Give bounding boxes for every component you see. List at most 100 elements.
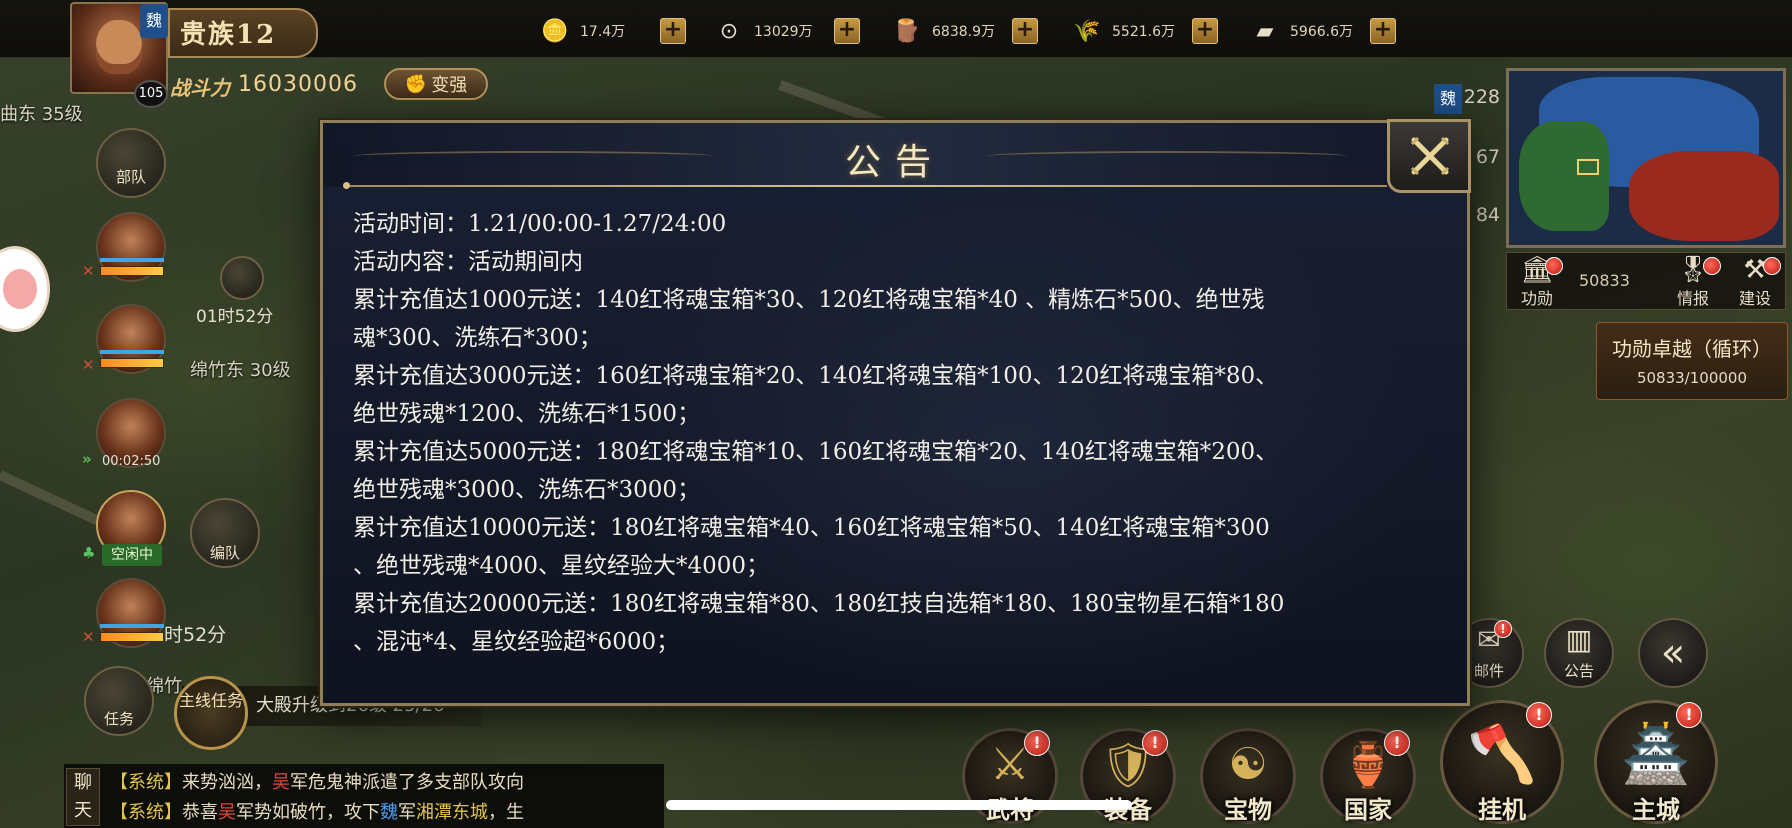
chat-line: 【系统】来势汹汹，吴军危鬼神派遣了多支部队攻向 — [110, 768, 524, 794]
announcement-body[interactable]: 活动时间：1.21/00:00-1.27/24:00 活动内容：活动期间内 累计… — [353, 205, 1443, 693]
close-button[interactable] — [1387, 119, 1471, 193]
dialog-title: 公告 — [844, 142, 945, 183]
announcement-line: 累计充值达20000元送：180红将魂宝箱*80、180红技自选箱*180、18… — [353, 591, 1285, 617]
march-marker[interactable] — [220, 256, 264, 300]
noble-rank-text: 贵族12 — [180, 20, 277, 50]
chat-text: 军 — [398, 802, 416, 823]
announcement-dialog: 公告 活动时间：1.21/00:00-1.27/24:00 活动内容：活动期间内… — [320, 119, 1471, 706]
chat-text: 军势如破竹，攻下 — [236, 802, 380, 823]
minimap-region-shu — [1519, 121, 1609, 231]
notification-dot: ! — [1024, 730, 1050, 756]
chat-text: 军危鬼神派遣了多支部队攻向 — [290, 772, 524, 793]
resource-wood: 🪵 6838.9万 + — [886, 14, 1038, 48]
troops-label: 部队 — [115, 168, 146, 186]
minimap-viewport — [1577, 159, 1599, 175]
chat-tab[interactable]: 聊天 — [66, 768, 100, 826]
resource-value: 6838.9万 — [932, 24, 995, 40]
announcement-line: 累计充值达10000元送：180红将魂宝箱*40、160红将魂宝箱*50、140… — [353, 515, 1270, 541]
gold-ingot-icon: 🪙 — [541, 18, 569, 44]
idle-icon: ♣ — [82, 544, 96, 562]
chat-text: 恭喜 — [182, 802, 218, 823]
notification-dot: ! — [1676, 702, 1702, 728]
chat-text: ，生 — [488, 802, 524, 823]
hero-hp-bar — [100, 350, 164, 354]
power-label: 战斗力 — [170, 76, 230, 100]
coin-icon: ⊙ — [719, 18, 739, 44]
announcement-line: 魂*300、洗练石*300； — [353, 325, 602, 351]
strengthen-button[interactable]: ✊ 变强 — [384, 68, 488, 100]
close-icon — [1410, 136, 1450, 176]
notification-dot: ! — [1384, 730, 1410, 756]
hero-hp-bar — [100, 624, 164, 628]
bagua-icon: ☯ — [1228, 739, 1268, 790]
faction-wei: 魏 — [380, 802, 398, 823]
resource-coin: ⊙ 13029万 + — [708, 14, 860, 48]
troops-button[interactable]: 部队 — [96, 128, 166, 198]
region-label: 曲东 35级 — [0, 104, 83, 125]
task-button[interactable]: 任务 — [84, 666, 154, 736]
announcement-line: 累计充值达3000元送：160红将魂宝箱*20、140红将魂宝箱*100、120… — [353, 363, 1279, 389]
resource-value: 5966.6万 — [1290, 24, 1353, 40]
crossed-swords-icon: ✕ — [82, 262, 95, 280]
march-timer: 01时52分 — [196, 307, 274, 327]
menu-label: 主城 — [1632, 795, 1680, 824]
chat-bar[interactable]: 聊天 【系统】来势汹汹，吴军危鬼神派遣了多支部队攻向 【系统】恭喜吴军势如破竹，… — [64, 764, 664, 828]
grain-icon: 🌾 — [1073, 18, 1101, 44]
notification-dot — [1545, 257, 1563, 275]
player-level-badge: 105 — [134, 80, 168, 108]
hero-energy-bar — [100, 632, 164, 642]
resource-iron: ▰ 5966.6万 + — [1244, 14, 1396, 48]
add-wood-button[interactable]: + — [1012, 18, 1038, 44]
power-value: 16030006 — [238, 72, 358, 97]
pig-face — [3, 269, 37, 309]
minimap-counter: 228 — [1463, 86, 1500, 108]
iron-icon: ▰ — [1256, 18, 1274, 44]
resource-value: 13029万 — [754, 24, 813, 40]
march-timer: 00:02:50 — [102, 454, 161, 469]
chat-text: 来势汹汹， — [182, 772, 272, 793]
region-label: 绵竹东 30级 — [190, 360, 291, 381]
crossed-swords-icon: ✕ — [82, 628, 95, 646]
hero-hp-bar — [100, 258, 164, 262]
collapse-button[interactable]: « — [1638, 618, 1708, 688]
add-grain-button[interactable]: + — [1192, 18, 1218, 44]
formation-button[interactable]: 编队 — [190, 498, 260, 568]
castle-icon: 🏯 — [1621, 722, 1691, 787]
menu-treasure-button[interactable]: ☯ 宝物 — [1200, 728, 1296, 824]
march-arrow-icon: » — [82, 450, 92, 468]
stat-bar: 🏛 功勋 50833 🎖 情报 ⚒ 建设 — [1506, 252, 1786, 310]
chat-line: 【系统】恭喜吴军势如破竹，攻下魏军湘潭东城，生 — [110, 798, 524, 824]
notice-label: 公告 — [1563, 662, 1594, 680]
faction-wu: 吴 — [218, 802, 236, 823]
notice-button[interactable]: ▥ 公告 — [1544, 618, 1614, 688]
home-indicator[interactable] — [666, 800, 1132, 810]
merit-task-panel[interactable]: 功勋卓越（循环） 50833/100000 — [1596, 322, 1788, 400]
merit-task-title: 功勋卓越（循环） — [1612, 337, 1772, 361]
merit-label: 功勋 — [1520, 289, 1553, 308]
announcement-line: 累计充值达5000元送：180红将魂宝箱*10、160红将魂宝箱*20、140红… — [353, 439, 1279, 465]
minimap-region-wu — [1629, 151, 1779, 241]
intel-label: 情报 — [1676, 289, 1709, 308]
merit-task-progress: 50833/100000 — [1636, 369, 1748, 387]
notification-dot: ! — [1526, 702, 1552, 728]
faction-badge: 魏 — [140, 4, 168, 38]
faction-wu: 吴 — [272, 772, 290, 793]
notice-board-icon: ▥ — [1565, 623, 1593, 656]
resource-grain: 🌾 5521.6万 + — [1066, 14, 1218, 48]
axe-icon: 🪓 — [1467, 722, 1537, 787]
mail-label: 邮件 — [1473, 662, 1504, 680]
task-label: 任务 — [103, 710, 134, 728]
announcement-line: 绝世残魂*3000、洗练石*3000； — [353, 477, 701, 503]
build-label: 建设 — [1738, 289, 1771, 308]
main-quest-badge[interactable]: 主线任务 — [174, 676, 248, 750]
notification-dot: ! — [1494, 620, 1512, 638]
add-iron-button[interactable]: + — [1370, 18, 1396, 44]
minimap[interactable] — [1506, 68, 1786, 248]
add-gold-button[interactable]: + — [660, 18, 686, 44]
system-tag: 【系统】 — [110, 802, 182, 823]
system-tag: 【系统】 — [110, 772, 182, 793]
add-coin-button[interactable]: + — [834, 18, 860, 44]
divider-ornament — [343, 182, 350, 189]
city-name: 湘潭东城 — [416, 802, 488, 823]
announcement-line: 、绝世残魂*4000、星纹经验大*4000； — [353, 553, 770, 579]
